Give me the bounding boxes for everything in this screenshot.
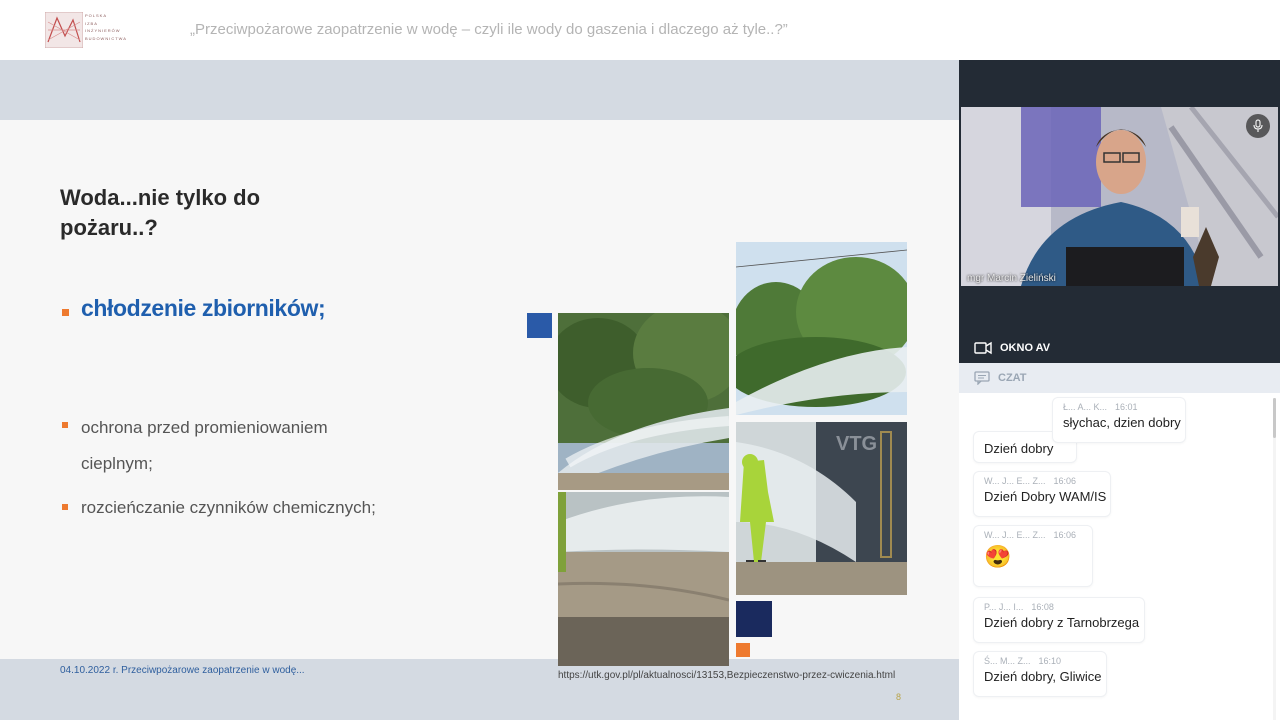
bullet-item: ochrona przed promieniowaniem cieplnym; xyxy=(81,418,328,473)
logo-mark xyxy=(45,12,83,48)
av-window-label: OKNO AV xyxy=(1000,342,1051,354)
slide: Woda...nie tylko do pożaru..? chłodzenie… xyxy=(0,120,960,702)
slide-title: Woda...nie tylko do pożaru..? xyxy=(60,185,261,240)
chat-tab-label: CZAT xyxy=(998,372,1027,384)
message-text: Dzień dobry z Tarnobrzega xyxy=(984,615,1140,630)
logo-line: INŻYNIERÓW xyxy=(85,28,121,33)
bullet-marker xyxy=(62,504,68,510)
decor-square-navy xyxy=(736,601,772,637)
message-author: W... J... E... Z... xyxy=(984,530,1046,540)
message-author: Ś... M... Z... xyxy=(984,656,1031,666)
message-time: 16:08 xyxy=(1031,602,1054,612)
message-author: W... J... E... Z... xyxy=(984,476,1046,486)
chat-scrollbar-track[interactable] xyxy=(1273,398,1276,720)
photo-trees-water-top-right xyxy=(736,242,907,415)
chat-icon xyxy=(974,371,990,385)
bullet-item: rozcieńczanie czynników chemicznych; xyxy=(81,498,376,517)
logo-line: IZBA xyxy=(85,20,98,26)
side-panel: mgr Marcin Zieliński OKNO AV CZAT Dzień … xyxy=(959,60,1280,720)
bullet-highlight: chłodzenie zbiorników; xyxy=(81,295,326,321)
chat-tab[interactable]: CZAT xyxy=(959,363,1280,393)
photo-water-spray-bottom-left xyxy=(558,492,729,666)
logo-line: BUDOWNICTWA xyxy=(85,35,127,41)
message-author: Ł... A... K... xyxy=(1063,402,1108,412)
chat-scrollbar-thumb[interactable] xyxy=(1273,398,1276,438)
message-text: Dzień dobry, Gliwice xyxy=(984,669,1102,684)
webinar-title: „Przeciwpożarowe zaopatrzenie w wodę – c… xyxy=(190,21,788,38)
message-text: Dzień Dobry WAM/IS xyxy=(984,489,1107,504)
av-window-toggle[interactable]: OKNO AV xyxy=(974,338,1050,358)
presentation-stage: Woda...nie tylko do pożaru..? chłodzenie… xyxy=(0,60,960,720)
photo-firefighters-bottom-right: VTG xyxy=(736,422,907,595)
presenter-video: mgr Marcin Zieliński xyxy=(961,107,1278,286)
bullet-marker xyxy=(62,309,69,316)
header: POLSKA IZBA INŻYNIERÓW BUDOWNICTWA „Prze… xyxy=(0,0,1280,60)
bullet-marker xyxy=(62,422,68,428)
message-time: 16:06 xyxy=(1053,476,1077,486)
slide-footer: 04.10.2022 r. Przeciwpożarowe zaopatrzen… xyxy=(60,665,305,676)
emoji-heart-eyes: 😍 xyxy=(984,544,1012,569)
logo-line: POLSKA xyxy=(85,13,108,18)
photo-water-spray-top-left xyxy=(558,313,729,490)
chat-message: P... J... I... 16:08 Dzień dobry z Tarnob… xyxy=(973,597,1145,643)
chat-message: W... J... E... Z... 16:06 😍 xyxy=(973,525,1093,587)
svg-text:VTG: VTG xyxy=(836,433,877,455)
decor-square-orange xyxy=(736,643,750,657)
message-author: P... J... I... xyxy=(984,602,1024,612)
slide-page-number: 8 xyxy=(896,692,902,702)
chat-message-list[interactable]: Dzień dobry Ł... A... K... 16:01 słychac,… xyxy=(959,393,1280,720)
message-time: 16:06 xyxy=(1053,530,1077,540)
chat-message: W... J... E... Z... 16:06 Dzień Dobry WAM… xyxy=(973,471,1111,517)
logo: POLSKA IZBA INŻYNIERÓW BUDOWNICTWA xyxy=(45,12,127,50)
logo-text: POLSKA IZBA INŻYNIERÓW BUDOWNICTWA xyxy=(85,12,127,42)
image-source-link[interactable]: https://utk.gov.pl/pl/aktualnosci/13153,… xyxy=(558,670,895,681)
app-window: POLSKA IZBA INŻYNIERÓW BUDOWNICTWA „Prze… xyxy=(0,0,1280,720)
message-text: Dzień dobry xyxy=(984,441,1054,456)
decor-square-blue xyxy=(527,313,552,338)
message-time: 16:01 xyxy=(1115,402,1138,412)
mic-button[interactable] xyxy=(1246,114,1270,138)
video-area: mgr Marcin Zieliński OKNO AV xyxy=(959,60,1280,363)
message-text: słychac, dzien dobry xyxy=(1063,415,1181,430)
message-time: 16:10 xyxy=(1038,656,1062,666)
chat-message: Ś... M... Z... 16:10 Dzień dobry, Gliwice xyxy=(973,651,1107,697)
microphone-icon xyxy=(1253,119,1263,132)
video-camera-icon xyxy=(974,341,992,355)
presenter-name: mgr Marcin Zieliński xyxy=(967,273,1056,284)
chat-message: Ł... A... K... 16:01 słychac, dzien dobry xyxy=(1052,397,1186,443)
